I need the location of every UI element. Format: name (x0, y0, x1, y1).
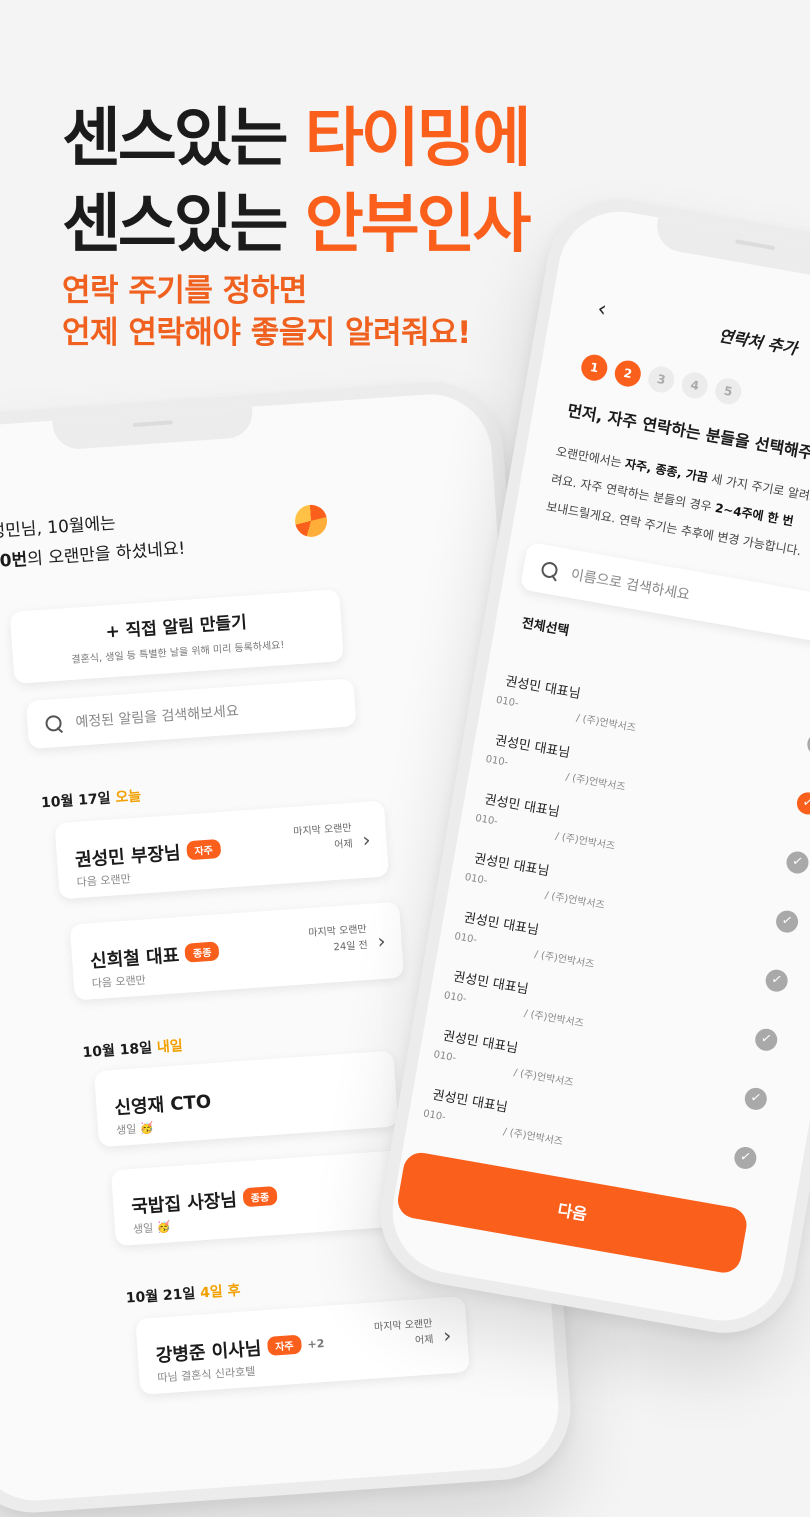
contact-name: 권성민 부장님 (74, 842, 182, 872)
headline-line-2: 센스있는 안부인사 (62, 182, 532, 268)
relative-date: 4일 후 (199, 1282, 242, 1302)
reminder-name: 국밥집 사장님 종종 (131, 1183, 279, 1219)
search-placeholder: 예정된 알림을 검색해보세요 (75, 703, 240, 731)
contact-phone: 010- (443, 990, 468, 1005)
last-contact: 마지막 오랜만 어제 (374, 1316, 434, 1352)
chevron-right-icon: › (361, 827, 372, 853)
date-label: 10월 17일 (40, 790, 112, 812)
promo-headline: 센스있는 타이밍에 센스있는 안부인사 (62, 96, 532, 268)
check-icon[interactable]: ✓ (763, 967, 790, 994)
frequency-badge: 자주 (185, 838, 222, 861)
contact-phone: 010- (484, 753, 509, 769)
reminder-name: 강병준 이사님 자주 +2 (155, 1330, 325, 1368)
subtitle-line-1: 연락 주기를 정하면 (62, 273, 307, 309)
reminder-sub: 다음 오랜만 (76, 872, 132, 890)
step-1: 1 (579, 352, 610, 383)
date-header: 10월 17일 오늘 (40, 785, 142, 812)
chevron-right-icon: › (376, 928, 387, 954)
reminder-sub: 생일 🥳 (115, 1121, 154, 1137)
date-label: 10월 21일 (125, 1285, 196, 1307)
subtitle-line-2: 언제 연락해야 좋을지 알려줘요! (62, 315, 471, 351)
contact-company: / (주)언박서즈 (512, 1067, 575, 1089)
promo-subtitle: 연락 주기를 정하면 언제 연락해야 좋을지 알려줘요! (62, 270, 471, 354)
headline-line-1: 센스있는 타이밍에 (62, 96, 532, 182)
check-icon[interactable]: ✓ (784, 849, 810, 876)
contact-company: / (주)언박서즈 (554, 831, 616, 853)
frequency-badge: 종종 (184, 941, 220, 963)
step-4: 4 (679, 370, 710, 401)
contact-phone: 010- (453, 931, 478, 946)
check-icon[interactable]: ✓ (732, 1145, 759, 1171)
phone-notch (653, 217, 810, 282)
headline-text: 센스있는 (62, 188, 305, 262)
back-icon[interactable]: ‹ (595, 297, 608, 323)
check-icon[interactable]: ✓ (805, 731, 810, 758)
contact-phone: 010- (474, 812, 499, 828)
reminder-card[interactable]: 권성민 부장님 자주 다음 오랜만 마지막 오랜만 어제 › (54, 800, 390, 900)
summary-count: 390번 (0, 549, 28, 574)
check-icon[interactable]: ✓ (753, 1027, 779, 1053)
frequency-badge: 종종 (242, 1185, 278, 1208)
contact-name: 국밥집 사장님 (130, 1189, 238, 1219)
relative-date: 오늘 (114, 788, 142, 807)
check-icon[interactable]: ✓ (795, 790, 810, 817)
reminder-card[interactable]: 국밥집 사장님 종종 생일 🥳 (110, 1149, 416, 1247)
step-2: 2 (612, 358, 643, 389)
phone-notch (52, 406, 255, 451)
headline-accent: 안부인사 (304, 188, 532, 262)
page-title: 연락처 추가 (717, 325, 799, 359)
date-label: 10월 18일 (82, 1040, 153, 1062)
contact-company: / (주)언박서즈 (543, 890, 606, 912)
contact-phone: 010- (495, 694, 520, 710)
summary-rest: 의 오랜만을 하셨네요! (26, 538, 186, 570)
reminder-card[interactable]: 강병준 이사님 자주 +2 따님 결혼식 신라호텔 마지막 오랜만 어제 › (135, 1296, 470, 1395)
step-indicator: 1 2 3 4 5 (579, 352, 751, 408)
contact-phone: 010- (422, 1108, 447, 1124)
monthly-summary: 권성민님, 10월에는 390번의 오랜만을 하셨네요! (0, 504, 186, 578)
relative-date: 내일 (156, 1038, 184, 1056)
chevron-right-icon: › (442, 1323, 453, 1348)
reminder-card[interactable]: 신영재 CTO 생일 🥳 (93, 1050, 399, 1148)
contact-company: / (주)언박서즈 (575, 712, 637, 735)
orange-slice-icon (293, 503, 329, 538)
step-3: 3 (646, 364, 677, 395)
contact-name: 신영재 CTO (113, 1091, 212, 1119)
contact-company: / (주)언박서즈 (564, 772, 627, 794)
date-header: 10월 21일 4일 후 (125, 1280, 241, 1308)
reminder-name: 신희철 대표 종종 (89, 938, 220, 973)
date-header: 10월 18일 내일 (82, 1035, 183, 1062)
last-contact: 마지막 오랜만 어제 (293, 821, 353, 857)
frequency-badge: 자주 (266, 1334, 303, 1356)
reminder-sub: 생일 🥳 (132, 1220, 171, 1237)
search-placeholder: 이름으로 검색하세요 (569, 566, 691, 604)
contact-company: / (주)언박서즈 (502, 1126, 564, 1148)
speaker-grille (735, 239, 776, 251)
headline-text: 센스있는 (62, 102, 305, 176)
search-icon (540, 560, 559, 580)
select-description: 오랜만에서는 자주, 종종, 가끔 세 가지 주기로 알려드 려요. 자주 연락… (544, 438, 810, 567)
contact-company: / (주)언박서즈 (523, 1008, 585, 1030)
contact-company: / (주)언박서즈 (533, 949, 595, 971)
contact-phone: 010- (432, 1049, 457, 1065)
search-icon (45, 714, 63, 732)
reminder-card[interactable]: 신희철 대표 종종 다음 오랜만 마지막 오랜만 24일 전 › (69, 901, 405, 1001)
last-contact: 마지막 오랜만 24일 전 (308, 922, 368, 958)
headline-accent: 타이밍에 (304, 102, 532, 176)
speaker-grille (132, 420, 173, 428)
check-icon[interactable]: ✓ (774, 908, 800, 935)
create-reminder-button[interactable]: + 직접 알림 만들기 결혼식, 생일 등 특별한 날을 위해 미리 등록하세요… (9, 589, 344, 684)
reminder-name: 권성민 부장님 자주 (74, 836, 222, 872)
extra-count: +2 (307, 1336, 325, 1352)
reminder-search-input[interactable]: 예정된 알림을 검색해보세요 (25, 678, 357, 750)
contact-name: 신희철 대표 (89, 945, 180, 973)
contact-phone: 010- (463, 872, 489, 887)
reminder-sub: 다음 오랜만 (91, 973, 147, 991)
step-5: 5 (713, 376, 744, 407)
check-icon[interactable]: ✓ (743, 1086, 769, 1112)
select-all-button[interactable]: 전체선택 (520, 612, 570, 639)
